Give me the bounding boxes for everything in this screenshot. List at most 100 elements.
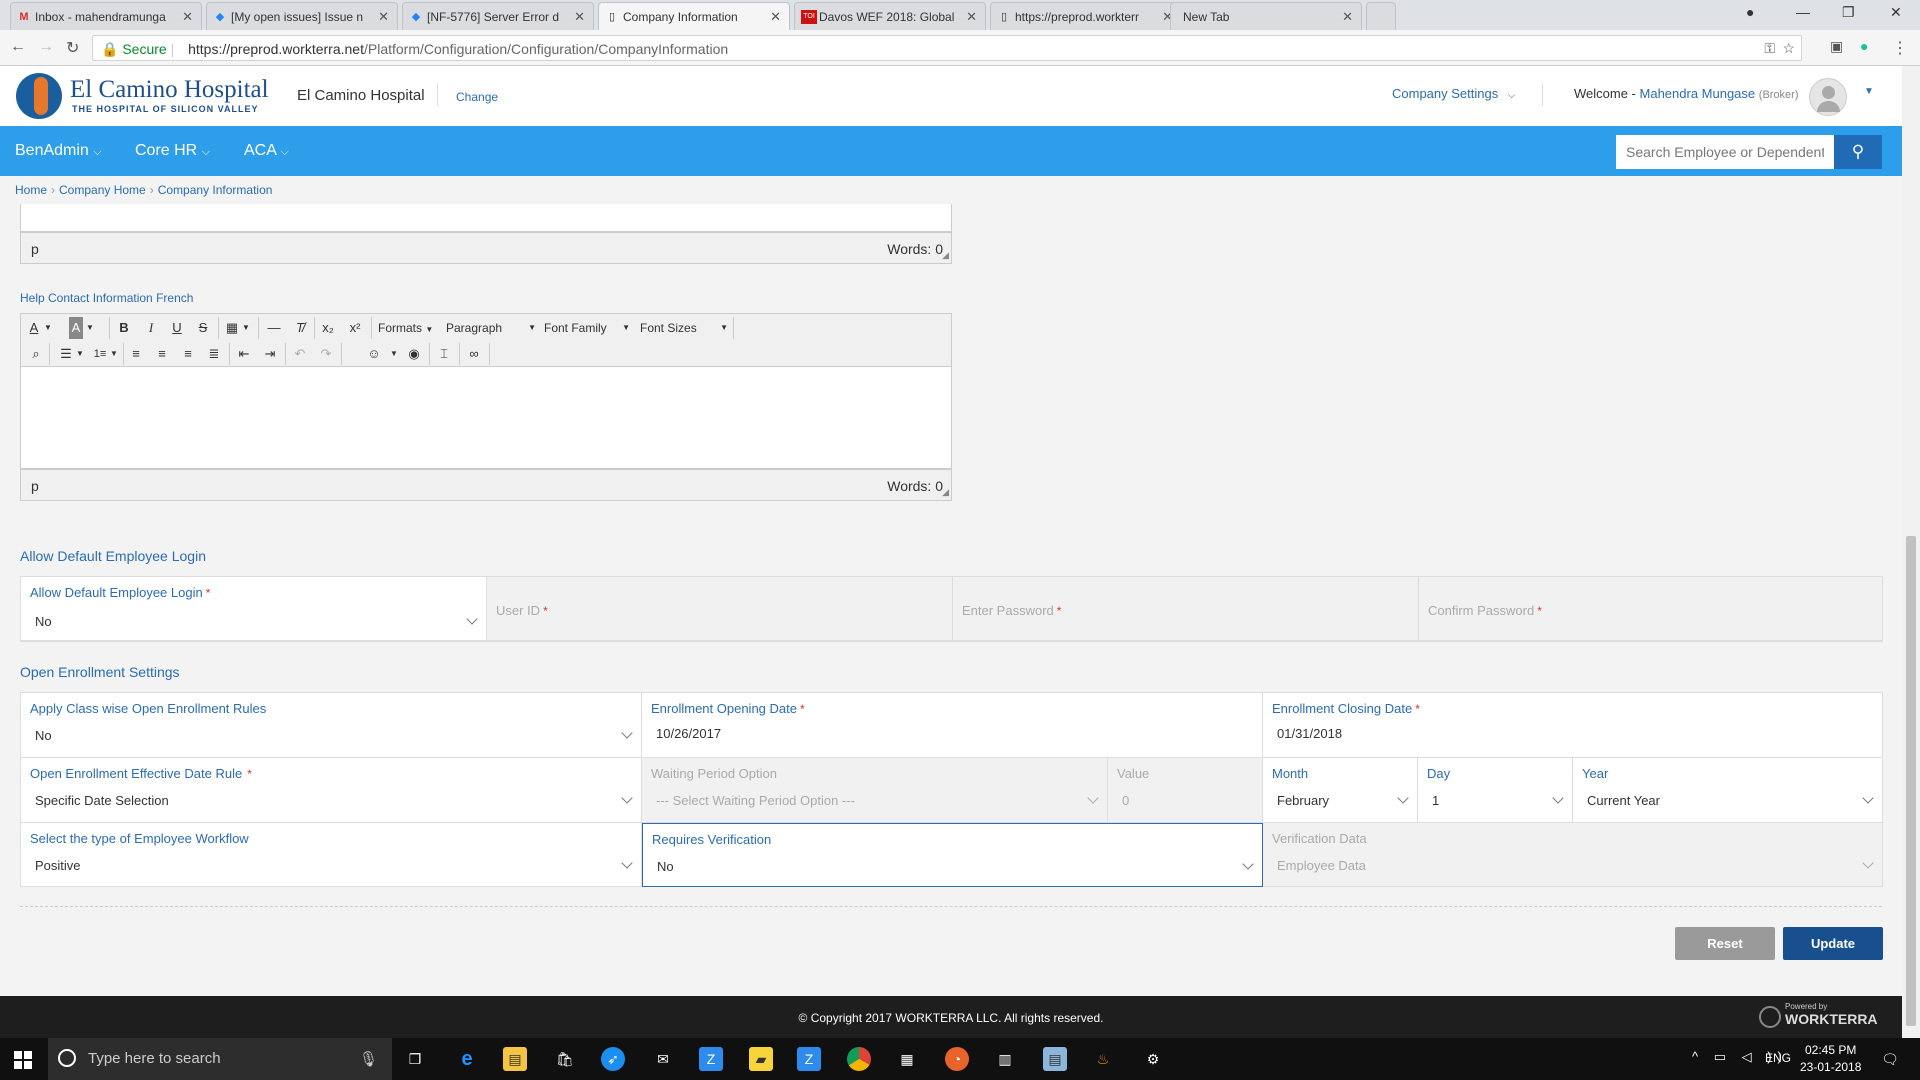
effective-date-rule-select[interactable]: Open Enrollment Effective Date Rule * Spe… [21, 758, 642, 823]
edge-icon[interactable]: e [455, 1047, 479, 1071]
link-icon[interactable]: ∞ [465, 343, 483, 365]
outdent-icon[interactable]: ⇤ [235, 343, 253, 365]
user-name[interactable]: Mahendra Mungase [1640, 86, 1756, 101]
indent-icon[interactable]: ⇥ [261, 343, 279, 365]
taskbar-search[interactable]: Type here to search 🎙 [48, 1038, 392, 1080]
search-button[interactable]: ⚲ [1834, 135, 1882, 169]
zoom-icon[interactable]: Z [699, 1047, 723, 1071]
page-scrollbar[interactable] [1902, 66, 1920, 1038]
flame-app-icon[interactable]: ♨ [1091, 1047, 1115, 1071]
resize-handle-icon[interactable]: ◢ [942, 250, 949, 261]
file-explorer-icon[interactable]: ▤ [503, 1047, 527, 1071]
browser-tab[interactable]: ◆ [NF-5776] Server Error d ✕ [402, 2, 594, 30]
table-icon[interactable]: ▦ [223, 317, 241, 339]
url-field[interactable]: 🔒 Secure | https://preprod.workterra.net… [92, 35, 1802, 61]
bold-icon[interactable]: B [115, 317, 133, 339]
caret-down-icon[interactable]: ▼ [85, 317, 95, 339]
nav-aca[interactable]: ACA ⌵ [244, 142, 289, 160]
caret-down-icon[interactable]: ▼ [109, 343, 119, 365]
browser-tab[interactable]: M Inbox - mahendramunga ✕ [10, 2, 202, 30]
paragraph-dropdown[interactable]: Paragraph ▼ [446, 317, 536, 339]
close-tab-icon[interactable]: ✕ [378, 9, 389, 25]
star-icon[interactable]: ☆ [1782, 40, 1795, 57]
undo-icon[interactable]: ↶ [291, 343, 309, 365]
caret-down-icon[interactable]: ▼ [1864, 86, 1874, 97]
clear-formatting-icon[interactable]: T̸ [291, 317, 309, 339]
chrome-icon[interactable] [847, 1047, 871, 1071]
forward-icon[interactable]: → [38, 38, 54, 56]
verification-data-select[interactable]: Verification Data Employee Data [1263, 823, 1882, 886]
align-right-icon[interactable]: ≡ [179, 343, 197, 365]
files-icon[interactable]: ▥ [993, 1047, 1017, 1071]
strikethrough-icon[interactable]: S [194, 317, 212, 339]
update-button[interactable]: Update [1783, 927, 1883, 960]
nav-benadmin[interactable]: BenAdmin ⌵ [15, 142, 102, 160]
enrollment-closing-date-field[interactable]: Enrollment Closing Date * 01/31/2018 [1263, 693, 1882, 758]
close-tab-icon[interactable]: ✕ [1342, 9, 1353, 25]
underline-icon[interactable]: U [168, 317, 186, 339]
requires-verification-select[interactable]: Requires Verification No [642, 823, 1263, 887]
menu-icon[interactable]: ⋮ [1892, 38, 1908, 58]
minimize-icon[interactable]: — [1796, 4, 1810, 20]
browser-tab[interactable]: ▯ https://preprod.workterr ✕ [990, 2, 1182, 30]
allow-default-login-select[interactable]: Allow Default Employee Login * No [21, 577, 487, 641]
employee-search-input[interactable] [1616, 135, 1834, 169]
caret-down-icon[interactable]: ▼ [241, 317, 251, 339]
subscript-icon[interactable]: x₂ [319, 317, 337, 339]
company-settings-menu[interactable]: Company Settings ⌵ [1392, 86, 1515, 101]
close-tab-icon[interactable]: ✕ [966, 9, 977, 25]
page-break-icon[interactable]: ⌶ [435, 343, 453, 365]
close-tab-icon[interactable]: ✕ [770, 9, 781, 25]
close-window-icon[interactable]: ✕ [1890, 4, 1902, 21]
caret-down-icon[interactable]: ▼ [43, 317, 53, 339]
bullet-list-icon[interactable]: ☰ [57, 343, 75, 365]
firefox-icon[interactable]: ◔ [945, 1047, 969, 1071]
windows-start-icon[interactable] [14, 1051, 32, 1069]
change-company-link[interactable]: Change [456, 90, 498, 104]
value-field[interactable]: Value 0 [1108, 758, 1263, 823]
key-icon[interactable]: ⚿ [1764, 40, 1775, 57]
sticky-notes-icon[interactable]: ▰ [749, 1047, 773, 1071]
profile-icon[interactable]: ● [1746, 4, 1754, 20]
mail-icon[interactable]: ✉ [651, 1047, 675, 1071]
language-indicator[interactable]: ENG [1765, 1051, 1791, 1065]
close-tab-icon[interactable]: ✕ [182, 9, 193, 25]
day-select[interactable]: Day 1 [1418, 758, 1573, 823]
task-view-icon[interactable]: ❐ [403, 1047, 427, 1071]
browser-tab[interactable]: TOI Davos WEF 2018: Global ✕ [794, 2, 986, 30]
year-select[interactable]: Year Current Year [1573, 758, 1882, 823]
find-icon[interactable]: ⌕ [27, 343, 45, 365]
resize-handle-icon[interactable]: ◢ [942, 487, 949, 498]
text-color-icon[interactable]: A [27, 317, 41, 339]
store-icon[interactable]: 🛍 [553, 1047, 577, 1071]
font-family-dropdown[interactable]: Font Family ▼ [544, 317, 630, 339]
new-tab-button[interactable] [1366, 2, 1396, 30]
help-french-editor-body[interactable] [20, 367, 952, 469]
background-color-icon[interactable]: A [69, 317, 83, 339]
microphone-icon[interactable]: 🎙 [359, 1050, 378, 1068]
reset-button[interactable]: Reset [1675, 927, 1775, 960]
emoticons-icon[interactable]: ☺ [365, 343, 383, 365]
close-tab-icon[interactable]: ✕ [574, 9, 585, 25]
nav-core-hr[interactable]: Core HR ⌵ [135, 142, 210, 160]
breadcrumb-company-home[interactable]: Company Home [59, 183, 146, 197]
align-left-icon[interactable]: ≡ [127, 343, 145, 365]
align-center-icon[interactable]: ≡ [153, 343, 171, 365]
browser-tab[interactable]: New Tab ✕ [1170, 2, 1362, 30]
italic-icon[interactable]: I [142, 317, 160, 339]
notepad-icon[interactable]: ▤ [1043, 1047, 1067, 1071]
restore-icon[interactable]: ❐ [1842, 4, 1855, 21]
formats-dropdown[interactable]: Formats ▼ [378, 317, 438, 339]
preview-icon[interactable]: ◉ [405, 343, 423, 365]
calculator-icon[interactable]: ▦ [895, 1047, 919, 1071]
zoom-icon[interactable]: Z [797, 1047, 821, 1071]
horizontal-rule-icon[interactable]: — [265, 317, 283, 339]
browser-icon[interactable]: ➶ [601, 1047, 625, 1071]
reload-icon[interactable]: ↻ [66, 38, 79, 58]
confirm-password-field[interactable]: Confirm Password * [1419, 577, 1882, 641]
employee-workflow-select[interactable]: Select the type of Employee Workflow Pos… [21, 823, 642, 886]
previous-editor-body[interactable] [20, 204, 952, 232]
browser-tab[interactable]: ◆ [My open issues] Issue n ✕ [206, 2, 398, 30]
month-select[interactable]: Month February [1263, 758, 1418, 823]
scrollbar-thumb[interactable] [1906, 536, 1916, 1026]
